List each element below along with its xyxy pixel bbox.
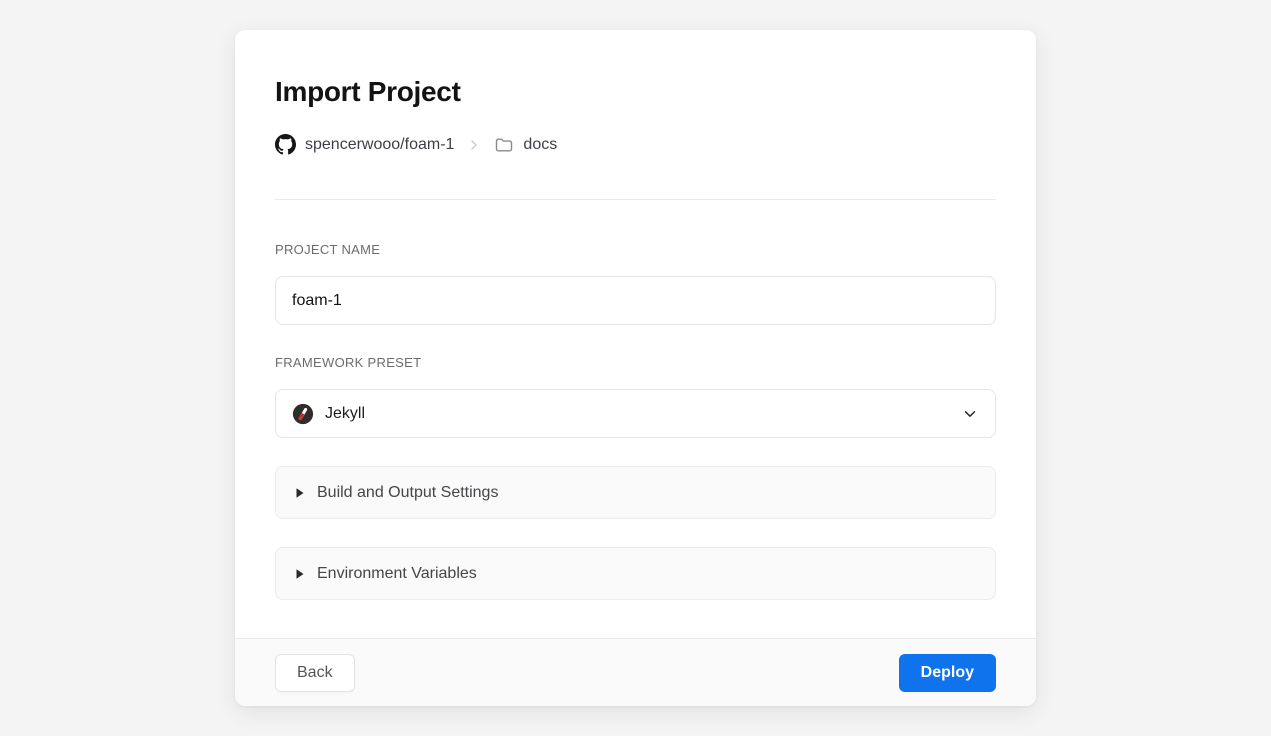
framework-preset-label: FRAMEWORK PRESET <box>275 355 996 371</box>
framework-preset-select[interactable]: Jekyll <box>275 389 996 438</box>
project-name-label: PROJECT NAME <box>275 242 996 258</box>
jekyll-logo-icon <box>292 403 314 425</box>
back-button[interactable]: Back <box>275 654 355 692</box>
folder-icon <box>494 135 514 155</box>
caret-right-icon <box>295 487 305 499</box>
modal-body: PROJECT NAME FRAMEWORK PRESET Jekyll <box>235 200 1036 638</box>
framework-preset-value: Jekyll <box>325 405 950 423</box>
environment-variables-panel[interactable]: Environment Variables <box>275 547 996 600</box>
caret-right-icon <box>295 568 305 580</box>
breadcrumb-folder[interactable]: docs <box>523 136 557 154</box>
chevron-right-icon <box>466 137 482 153</box>
project-name-input[interactable] <box>275 276 996 325</box>
build-output-settings-label: Build and Output Settings <box>317 484 498 502</box>
framework-preset-field-group: FRAMEWORK PRESET Jekyll <box>275 355 996 438</box>
project-name-field-group: PROJECT NAME <box>275 242 996 325</box>
environment-variables-label: Environment Variables <box>317 565 477 583</box>
chevron-down-icon <box>961 405 979 423</box>
modal-footer: Back Deploy <box>235 638 1036 706</box>
github-icon <box>275 134 296 155</box>
import-project-modal: Import Project spencerwooo/foam-1 docs P… <box>235 30 1036 706</box>
breadcrumb: spencerwooo/foam-1 docs <box>275 134 996 155</box>
modal-header: Import Project spencerwooo/foam-1 docs <box>235 30 1036 200</box>
deploy-button[interactable]: Deploy <box>899 654 996 692</box>
breadcrumb-repo[interactable]: spencerwooo/foam-1 <box>305 136 454 154</box>
page-title: Import Project <box>275 76 996 108</box>
build-output-settings-panel[interactable]: Build and Output Settings <box>275 466 996 519</box>
